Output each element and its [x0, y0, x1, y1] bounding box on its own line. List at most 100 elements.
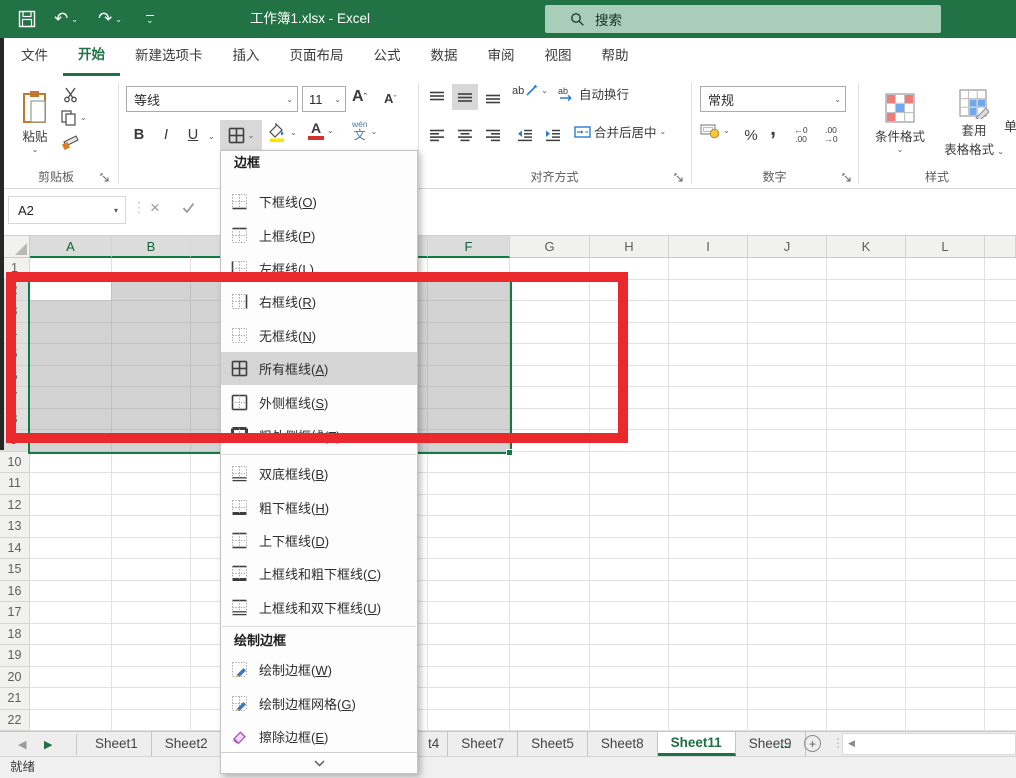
conditional-formatting-button[interactable]: 条件格式 ⌄ [862, 80, 938, 166]
number-dialog-launcher[interactable] [842, 170, 854, 182]
align-right-button[interactable] [480, 122, 506, 148]
fill-handle[interactable] [506, 449, 513, 456]
tab-帮助[interactable]: 帮助 [587, 38, 644, 76]
paste-button[interactable]: 粘贴 ⌄ [12, 82, 58, 162]
borders-button[interactable]: ⌄ [220, 120, 262, 150]
underline-dropdown-icon[interactable]: ⌄ [208, 132, 215, 141]
sheet-nav-left-icon[interactable]: ◀ [18, 738, 26, 751]
column-header-partial[interactable] [985, 236, 1016, 258]
align-top-button[interactable] [424, 84, 450, 110]
font-name-dropdown-icon[interactable]: ⌄ [286, 95, 297, 104]
menu-scroll-down[interactable] [221, 752, 417, 773]
sheet-tab-Sheet9[interactable]: Sheet9 [736, 732, 806, 756]
shrink-font-button[interactable]: Aˇ [384, 91, 396, 106]
tab-开始[interactable]: 开始 [63, 38, 120, 76]
add-sheet-button[interactable]: + [804, 735, 821, 752]
column-header-G[interactable]: G [510, 236, 590, 258]
orientation-button[interactable]: ab⌄ [512, 84, 548, 97]
menu-item-border-thick-bottom[interactable]: 粗下框线(H) [221, 491, 417, 524]
wrap-text-button[interactable]: ab自动换行 [558, 84, 629, 103]
sheet-tab-Sheet11[interactable]: Sheet11 [658, 732, 736, 756]
number-format-dropdown-icon[interactable]: ⌄ [834, 95, 845, 104]
redo-dropdown-icon[interactable]: ⌄ [115, 15, 122, 24]
name-box-dropdown-icon[interactable]: ▾ [114, 206, 125, 215]
tab-页面布局[interactable]: 页面布局 [275, 38, 359, 76]
font-size-select[interactable]: 11⌄ [302, 86, 346, 112]
row-header-13[interactable]: 13 [0, 516, 30, 538]
sheet-tab-Sheet2[interactable]: Sheet2 [152, 732, 222, 756]
sheet-tab-Sheet8[interactable]: Sheet8 [588, 732, 658, 756]
column-header-B[interactable]: B [112, 236, 191, 258]
comma-style-button[interactable]: , [764, 116, 782, 142]
tab-插入[interactable]: 插入 [218, 38, 275, 76]
format-painter-button[interactable] [62, 132, 80, 150]
borders-dropdown-icon[interactable]: ⌄ [248, 131, 255, 140]
fill-color-button[interactable]: ⌄ [268, 122, 297, 143]
orientation-dropdown-icon[interactable]: ⌄ [541, 86, 548, 95]
bold-button[interactable]: B [128, 122, 150, 148]
phonetic-guide-button[interactable]: wén文⌄ [352, 120, 377, 142]
format-as-table-button[interactable]: 套用 表格格式⌄ [938, 80, 1010, 166]
percent-style-button[interactable]: % [740, 122, 762, 148]
column-header-H[interactable]: H [590, 236, 669, 258]
align-left-button[interactable] [424, 122, 450, 148]
paste-dropdown-icon[interactable]: ⌄ [32, 145, 39, 154]
align-middle-button[interactable] [452, 84, 478, 110]
number-format-select[interactable]: 常规⌄ [700, 86, 846, 112]
row-header-16[interactable]: 16 [0, 581, 30, 603]
increase-indent-button[interactable] [540, 122, 566, 148]
menu-item-border-top-double-bottom[interactable]: 上框线和双下框线(U) [221, 591, 417, 624]
sheet-tab-Sheet7[interactable]: Sheet7 [448, 732, 518, 756]
name-box[interactable]: A2▾ [8, 196, 126, 224]
decrease-indent-button[interactable] [512, 122, 538, 148]
font-name-select[interactable]: 等线⌄ [126, 86, 298, 112]
copy-button[interactable]: ⌄ [60, 109, 87, 126]
row-header-19[interactable]: 19 [0, 645, 30, 667]
copy-dropdown-icon[interactable]: ⌄ [80, 113, 87, 122]
italic-button[interactable]: I [155, 122, 177, 148]
menu-item-border-top-bottom[interactable]: 上下框线(D) [221, 524, 417, 557]
align-center-button[interactable] [452, 122, 478, 148]
menu-item-border-double-bottom[interactable]: 双底框线(B) [221, 457, 417, 490]
horizontal-scrollbar[interactable]: ◀ [842, 733, 1016, 755]
font-size-dropdown-icon[interactable]: ⌄ [334, 95, 345, 104]
row-header-10[interactable]: 10 [0, 452, 30, 474]
row-header-17[interactable]: 17 [0, 602, 30, 624]
tab-公式[interactable]: 公式 [359, 38, 416, 76]
row-header-12[interactable]: 12 [0, 495, 30, 517]
font-color-button[interactable]: A⌄ [308, 122, 334, 140]
row-header-20[interactable]: 20 [0, 667, 30, 689]
merge-dropdown-icon[interactable]: ⌄ [660, 127, 667, 136]
font-color-dropdown-icon[interactable]: ⌄ [327, 126, 334, 135]
sheet-tab-partial[interactable]: t4 [420, 732, 448, 756]
sheet-overflow-button[interactable]: ... [780, 732, 791, 756]
menu-item-draw-border-grid[interactable]: 绘制边框网格(G) [221, 686, 417, 719]
accounting-dropdown-icon[interactable]: ⌄ [723, 126, 730, 135]
undo-dropdown-icon[interactable]: ⌄ [71, 15, 78, 24]
column-header-I[interactable]: I [669, 236, 748, 258]
menu-item-erase-border[interactable]: 擦除边框(E) [221, 720, 417, 753]
redo-button[interactable]: ↷⌄ [98, 0, 122, 38]
conditional-dropdown-icon[interactable]: ⌄ [897, 145, 904, 154]
sheet-tab-Sheet5[interactable]: Sheet5 [518, 732, 588, 756]
menu-item-border-top-thick-bottom[interactable]: 上框线和粗下框线(C) [221, 557, 417, 590]
search-box[interactable]: 搜索 [545, 5, 941, 33]
scrollbar-left-icon[interactable]: ◀ [848, 738, 855, 749]
column-header-L[interactable]: L [906, 236, 985, 258]
cut-button[interactable] [62, 86, 79, 103]
clipboard-dialog-launcher[interactable] [100, 170, 112, 182]
menu-item-border-top[interactable]: 上框线(P) [221, 218, 417, 251]
column-header-F[interactable]: F [428, 236, 510, 258]
fill-color-dropdown-icon[interactable]: ⌄ [290, 128, 297, 137]
align-bottom-button[interactable] [480, 84, 506, 110]
decrease-decimal-button[interactable]: .00→0 [818, 122, 844, 148]
menu-item-draw-border[interactable]: 绘制边框(W) [221, 653, 417, 686]
row-header-15[interactable]: 15 [0, 559, 30, 581]
sheet-nav-right-icon[interactable]: ▶ [44, 738, 52, 751]
cancel-button[interactable]: × [150, 198, 160, 218]
column-header-J[interactable]: J [748, 236, 827, 258]
increase-decimal-button[interactable]: ←0.00 [788, 122, 814, 148]
tab-审阅[interactable]: 审阅 [473, 38, 530, 76]
sheet-tab-Sheet1[interactable]: Sheet1 [82, 732, 152, 756]
cell-styles-button-partial[interactable]: 单 [1004, 116, 1016, 135]
